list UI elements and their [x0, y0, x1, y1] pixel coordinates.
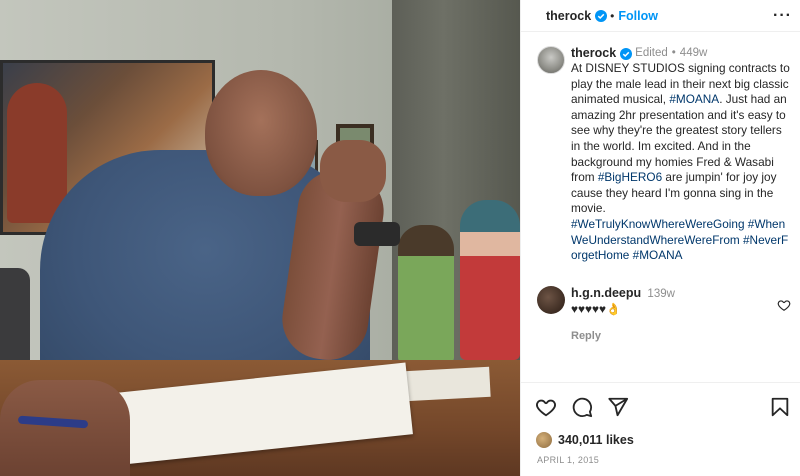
photo-poster-figure: [7, 83, 67, 223]
hashtag-link[interactable]: #MOANA: [669, 92, 719, 106]
photo-thumb: [320, 140, 386, 202]
post-sidebar: therock • Follow ··· therock Edited • 44…: [520, 0, 800, 476]
comment-age[interactable]: 139w: [647, 288, 675, 300]
post-photo[interactable]: [0, 0, 520, 476]
post-actions: 340,011 likes APRIL 1, 2015: [521, 382, 800, 476]
caption: therock Edited • 449w At DISNEY STUDIOS …: [537, 46, 791, 264]
caption-edited: Edited: [635, 46, 668, 59]
commenter-avatar[interactable]: [537, 285, 565, 314]
photo-cutout-wasabi: [460, 200, 520, 360]
comment-icon[interactable]: [571, 396, 593, 418]
share-icon[interactable]: [607, 396, 629, 418]
follow-button[interactable]: Follow: [618, 9, 658, 23]
bookmark-icon[interactable]: [769, 396, 791, 418]
photo-head: [205, 70, 317, 196]
liker-avatar[interactable]: [535, 431, 553, 449]
caption-body: therock Edited • 449w At DISNEY STUDIOS …: [571, 46, 791, 264]
comment-body: h.g.n.deepu 139w ♥♥♥♥♥👌 Reply: [571, 286, 771, 344]
commenter-username[interactable]: h.g.n.deepu: [571, 286, 641, 300]
photo-watch: [354, 222, 400, 246]
post-username[interactable]: therock: [546, 9, 591, 23]
header-separator: •: [610, 8, 615, 23]
caption-username[interactable]: therock: [571, 46, 616, 62]
likes-row: 340,011 likes: [535, 431, 791, 449]
comment-item: h.g.n.deepu 139w ♥♥♥♥♥👌 Reply: [537, 285, 791, 344]
action-icons-row: [535, 395, 791, 419]
caption-separator: •: [671, 46, 676, 59]
post-date[interactable]: APRIL 1, 2015: [537, 455, 791, 465]
hashtag-link[interactable]: #BigHERO6: [598, 170, 662, 184]
caption-text: At DISNEY STUDIOS signing contracts to p…: [571, 61, 791, 217]
comment-text: ♥♥♥♥♥👌: [571, 301, 621, 316]
likes-count[interactable]: 340,011 likes: [558, 433, 634, 447]
heart-icon[interactable]: [535, 396, 557, 418]
more-options-icon[interactable]: ···: [773, 7, 792, 25]
caption-header: therock Edited • 449w: [571, 46, 791, 61]
comment-like-heart-icon[interactable]: [777, 298, 791, 312]
reply-button[interactable]: Reply: [571, 329, 771, 344]
verified-badge-icon: [595, 9, 608, 22]
post-header: therock • Follow ···: [521, 0, 800, 32]
author-avatar[interactable]: [537, 46, 565, 74]
photo-forearm: [0, 380, 130, 476]
photo-cutout-fred: [398, 225, 454, 365]
caption-scroll-area[interactable]: therock Edited • 449w At DISNEY STUDIOS …: [521, 32, 800, 382]
caption-hashtags[interactable]: #WeTrulyKnowWhereWereGoing #WhenWeUnders…: [571, 217, 791, 264]
caption-age[interactable]: 449w: [680, 46, 708, 62]
verified-badge-icon: [620, 47, 633, 60]
